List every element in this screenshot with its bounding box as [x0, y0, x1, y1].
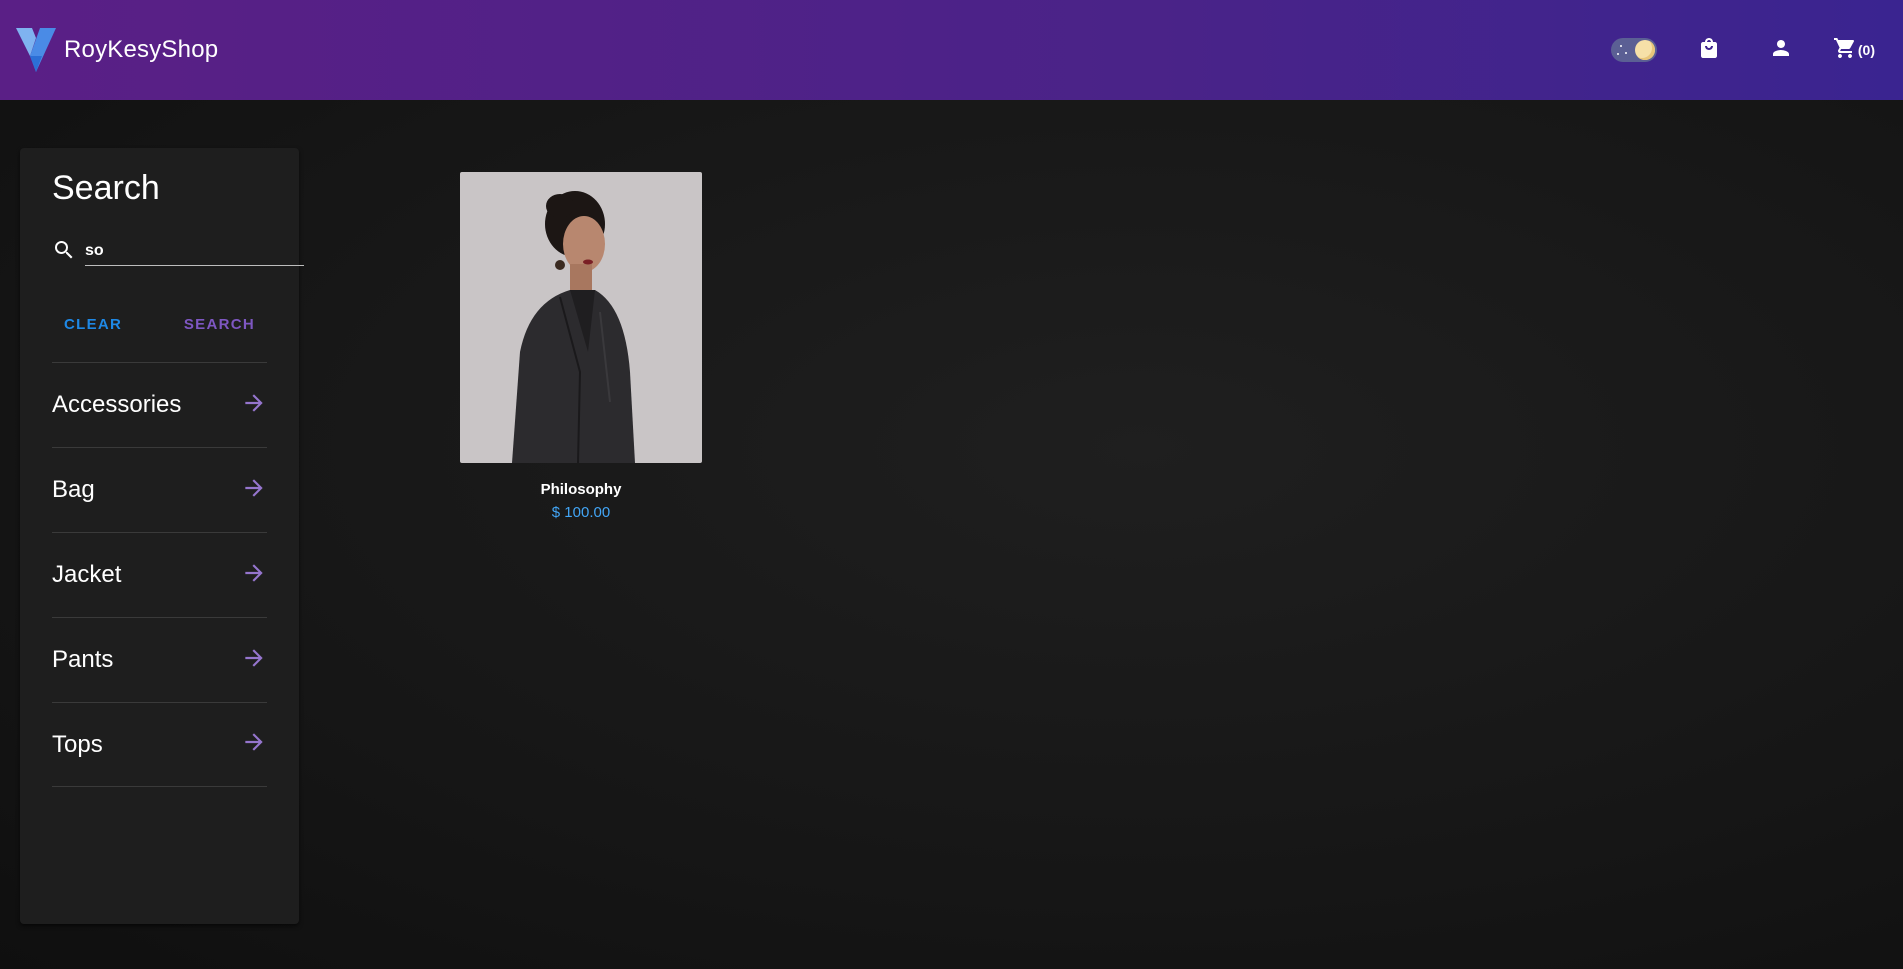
- category-item-bag[interactable]: Bag: [52, 447, 267, 532]
- arrow-right-icon: [241, 560, 267, 591]
- star-icon: [1624, 52, 1627, 54]
- product-card[interactable]: Philosophy $ 100.00: [460, 172, 702, 521]
- product-name: Philosophy: [540, 481, 622, 498]
- toolbar-actions: (0): [1610, 30, 1875, 70]
- main-content: Search CLEAR SEARCH Accessories Bag: [0, 100, 1903, 969]
- category-item-jacket[interactable]: Jacket: [52, 532, 267, 617]
- category-label: Tops: [52, 730, 103, 758]
- arrow-right-icon: [241, 729, 267, 760]
- cart-count: (0): [1857, 42, 1875, 58]
- account-icon: [1769, 36, 1793, 65]
- star-icon: [1616, 53, 1619, 55]
- category-label: Accessories: [52, 391, 182, 418]
- category-item-accessories[interactable]: Accessories: [52, 362, 267, 447]
- category-item-pants[interactable]: Pants: [52, 617, 267, 702]
- product-image[interactable]: [460, 172, 702, 463]
- search-actions: CLEAR SEARCH: [52, 306, 267, 342]
- category-label: Jacket: [52, 561, 122, 588]
- clear-button[interactable]: CLEAR: [52, 306, 134, 342]
- account-button[interactable]: [1761, 30, 1801, 70]
- category-list: Accessories Bag Jacket Pants Tops: [52, 362, 267, 787]
- arrow-right-icon: [241, 390, 267, 421]
- search-button[interactable]: SEARCH: [172, 306, 267, 342]
- app-bar: RoyKesyShop (0): [0, 0, 1903, 100]
- search-input[interactable]: [85, 234, 304, 266]
- category-label: Pants: [52, 646, 114, 673]
- arrow-right-icon: [241, 645, 267, 676]
- star-icon: [1619, 45, 1622, 47]
- product-price: $ 100.00: [551, 504, 611, 521]
- cart-icon: [1833, 36, 1857, 65]
- search-field: [52, 234, 304, 266]
- brand[interactable]: RoyKesyShop: [16, 26, 218, 74]
- shopping-bag-icon: [1697, 36, 1721, 65]
- panel-title: Search: [52, 169, 160, 207]
- cart-button[interactable]: (0): [1833, 36, 1875, 65]
- category-item-tops[interactable]: Tops: [52, 702, 267, 787]
- arrow-right-icon: [241, 475, 267, 506]
- moon-toggle-icon: [1634, 40, 1655, 60]
- search-icon: [52, 238, 76, 262]
- vuetify-logo-icon: [16, 26, 56, 74]
- brand-name: RoyKesyShop: [64, 36, 219, 63]
- shop-button[interactable]: [1689, 30, 1729, 70]
- category-label: Bag: [52, 476, 95, 503]
- search-panel: Search CLEAR SEARCH Accessories Bag: [20, 148, 304, 924]
- theme-toggle[interactable]: [1610, 38, 1657, 62]
